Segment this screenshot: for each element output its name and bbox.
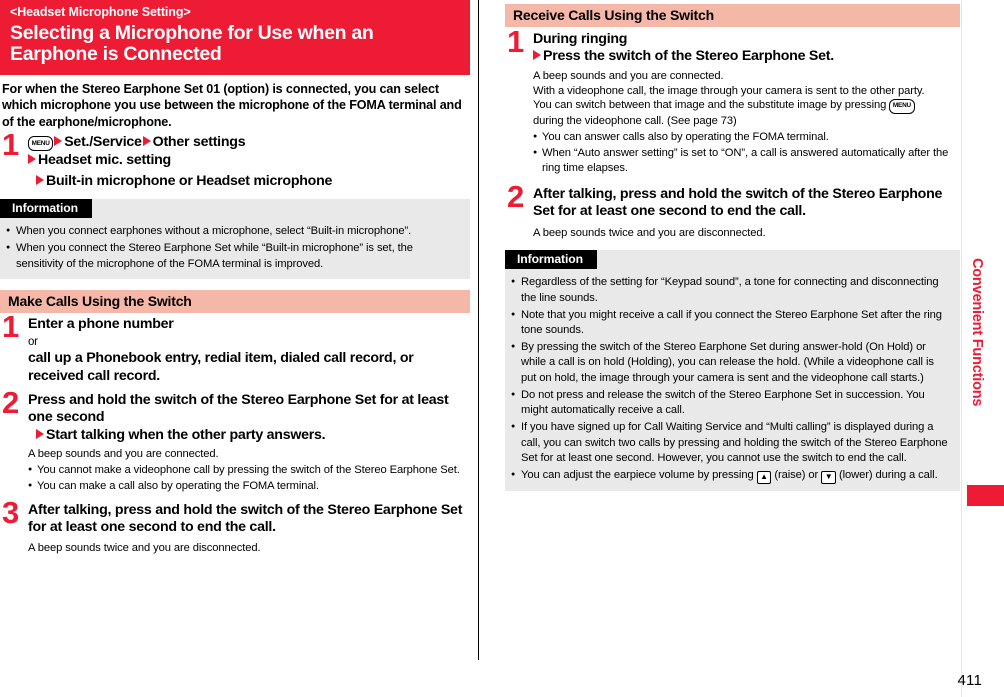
step-heading-line2: Start talking when the other party answe… bbox=[28, 427, 470, 444]
menu-key-icon: MENU bbox=[28, 136, 54, 152]
page-title: Selecting a Microphone for Use when an E… bbox=[10, 21, 374, 66]
step-make-calls-1: 1 Enter a phone number or call up a Phon… bbox=[0, 311, 470, 385]
information-box-left: Information When you connect earphones w… bbox=[0, 199, 470, 279]
information-list: Regardless of the setting for “Keypad so… bbox=[505, 269, 960, 484]
step-body: A beep sounds and you are connected. You… bbox=[28, 447, 470, 494]
information-item: If you have signed up for Call Waiting S… bbox=[511, 420, 952, 466]
step-heading: MENU Set./Service Other settings bbox=[28, 134, 470, 152]
step-heading: During ringing bbox=[533, 31, 628, 47]
step-number: 1 bbox=[2, 126, 20, 162]
page-number: 411 bbox=[957, 672, 982, 689]
step-make-calls-2: 2 Press and hold the switch of the Stere… bbox=[0, 387, 470, 494]
arrow-icon bbox=[54, 135, 63, 146]
arrow-icon bbox=[28, 154, 36, 165]
step-body-line: You can switch between that image and th… bbox=[533, 98, 960, 115]
step-body-text: You can switch between that image and th… bbox=[533, 99, 887, 112]
step-heading: Press and hold the switch of the Stereo … bbox=[28, 391, 449, 426]
step-bullet: When “Auto answer setting” is set to “ON… bbox=[533, 146, 960, 176]
step-number: 1 bbox=[2, 308, 20, 344]
chapter-side-label: Convenient Functions bbox=[969, 258, 985, 407]
volume-text-b: (raise) or bbox=[774, 469, 819, 482]
page-title-banner: <Headset Microphone Setting> Selecting a… bbox=[0, 0, 470, 76]
step-target-4: Built-in microphone or Headset microphon… bbox=[46, 172, 333, 189]
step-bullet: You can make a call also by operating th… bbox=[28, 479, 470, 494]
step-heading-line3: Built-in microphone or Headset microphon… bbox=[28, 173, 470, 190]
step-body-lead: A beep sounds and you are connected. bbox=[28, 447, 219, 460]
section-heading-receive-calls: Receive Calls Using the Switch bbox=[505, 4, 960, 27]
volume-up-key-icon: ▲ bbox=[756, 470, 772, 484]
step-bullet: You can answer calls also by operating t… bbox=[533, 130, 960, 145]
step-target-1: Set./Service bbox=[64, 133, 142, 150]
step-number: 1 bbox=[507, 24, 525, 59]
intro-paragraph: For when the Stereo Earphone Set 01 (opt… bbox=[2, 82, 462, 129]
information-item: Regardless of the setting for “Keypad so… bbox=[511, 275, 952, 305]
step-headset-mic-1: 1 MENU Set./Service Other settings Headset… bbox=[0, 129, 470, 190]
step-number: 2 bbox=[2, 384, 20, 420]
right-column: Receive Calls Using the Switch 1 During … bbox=[505, 0, 960, 697]
step-body: A beep sounds twice and you are disconne… bbox=[28, 542, 261, 555]
step-target: Press the switch of the Stereo Earphone … bbox=[543, 48, 834, 65]
title-kicker: <Headset Microphone Setting> bbox=[10, 5, 191, 19]
information-item: Note that you might receive a call if yo… bbox=[511, 308, 952, 338]
step-body-line: With a videophone call, the image throug… bbox=[533, 84, 925, 97]
information-item: By pressing the switch of the Stereo Ear… bbox=[511, 340, 952, 386]
menu-key-icon: MENU bbox=[889, 99, 915, 115]
information-title: Information bbox=[505, 250, 597, 270]
section-heading-make-calls: Make Calls Using the Switch bbox=[0, 289, 470, 313]
or-label: or bbox=[28, 336, 38, 349]
information-item: Do not press and release the switch of t… bbox=[511, 388, 952, 418]
step-heading-line2: Press the switch of the Stereo Earphone … bbox=[533, 48, 960, 65]
step-heading-alt: call up a Phonebook entry, redial item, … bbox=[28, 350, 414, 384]
step-receive-calls-1: 1 During ringing Press the switch of the… bbox=[505, 26, 960, 176]
step-heading-or: or bbox=[28, 333, 470, 350]
step-heading: Enter a phone number bbox=[28, 315, 174, 332]
step-number: 3 bbox=[2, 494, 20, 530]
step-receive-calls-2: 2 After talking, press and hold the swit… bbox=[505, 181, 960, 242]
information-list: When you connect earphones without a mic… bbox=[0, 218, 470, 272]
step-heading: After talking, press and hold the switch… bbox=[28, 501, 463, 535]
side-margin-rule bbox=[961, 0, 962, 697]
step-make-calls-3: 3 After talking, press and hold the swit… bbox=[0, 497, 470, 557]
arrow-icon bbox=[36, 428, 44, 439]
step-target: Start talking when the other party answe… bbox=[46, 426, 326, 443]
column-divider bbox=[478, 0, 479, 660]
step-target-2: Other settings bbox=[152, 133, 246, 150]
step-heading: After talking, press and hold the switch… bbox=[533, 185, 943, 220]
information-box-right: Information Regardless of the setting fo… bbox=[505, 250, 960, 491]
arrow-icon bbox=[36, 174, 44, 185]
arrow-icon bbox=[142, 135, 151, 146]
chapter-side-tab bbox=[967, 485, 1004, 506]
volume-text-a: You can adjust the earpiece volume by pr… bbox=[521, 469, 754, 482]
volume-down-key-icon: ▼ bbox=[821, 470, 837, 484]
information-item: When you connect the Stereo Earphone Set… bbox=[6, 241, 462, 271]
step-heading-line2: Headset mic. setting bbox=[28, 152, 470, 169]
step-number: 2 bbox=[507, 178, 525, 214]
volume-text-c: (lower) during a call. bbox=[839, 469, 938, 482]
left-column: <Headset Microphone Setting> Selecting a… bbox=[0, 0, 470, 697]
information-item-volume: You can adjust the earpiece volume by pr… bbox=[511, 468, 952, 484]
step-bullet: You cannot make a videophone call by pre… bbox=[28, 463, 470, 478]
step-body-line: A beep sounds and you are connected. bbox=[533, 69, 724, 82]
step-target-3: Headset mic. setting bbox=[38, 152, 171, 169]
manual-page: <Headset Microphone Setting> Selecting a… bbox=[0, 0, 1004, 697]
step-body-line: during the videophone call. (See page 73… bbox=[533, 115, 737, 128]
information-title: Information bbox=[0, 199, 92, 219]
information-item: When you connect earphones without a mic… bbox=[6, 224, 462, 239]
step-body: A beep sounds twice and you are disconne… bbox=[533, 227, 766, 240]
step-body: A beep sounds and you are connected. Wit… bbox=[533, 69, 960, 176]
arrow-icon bbox=[533, 50, 541, 61]
